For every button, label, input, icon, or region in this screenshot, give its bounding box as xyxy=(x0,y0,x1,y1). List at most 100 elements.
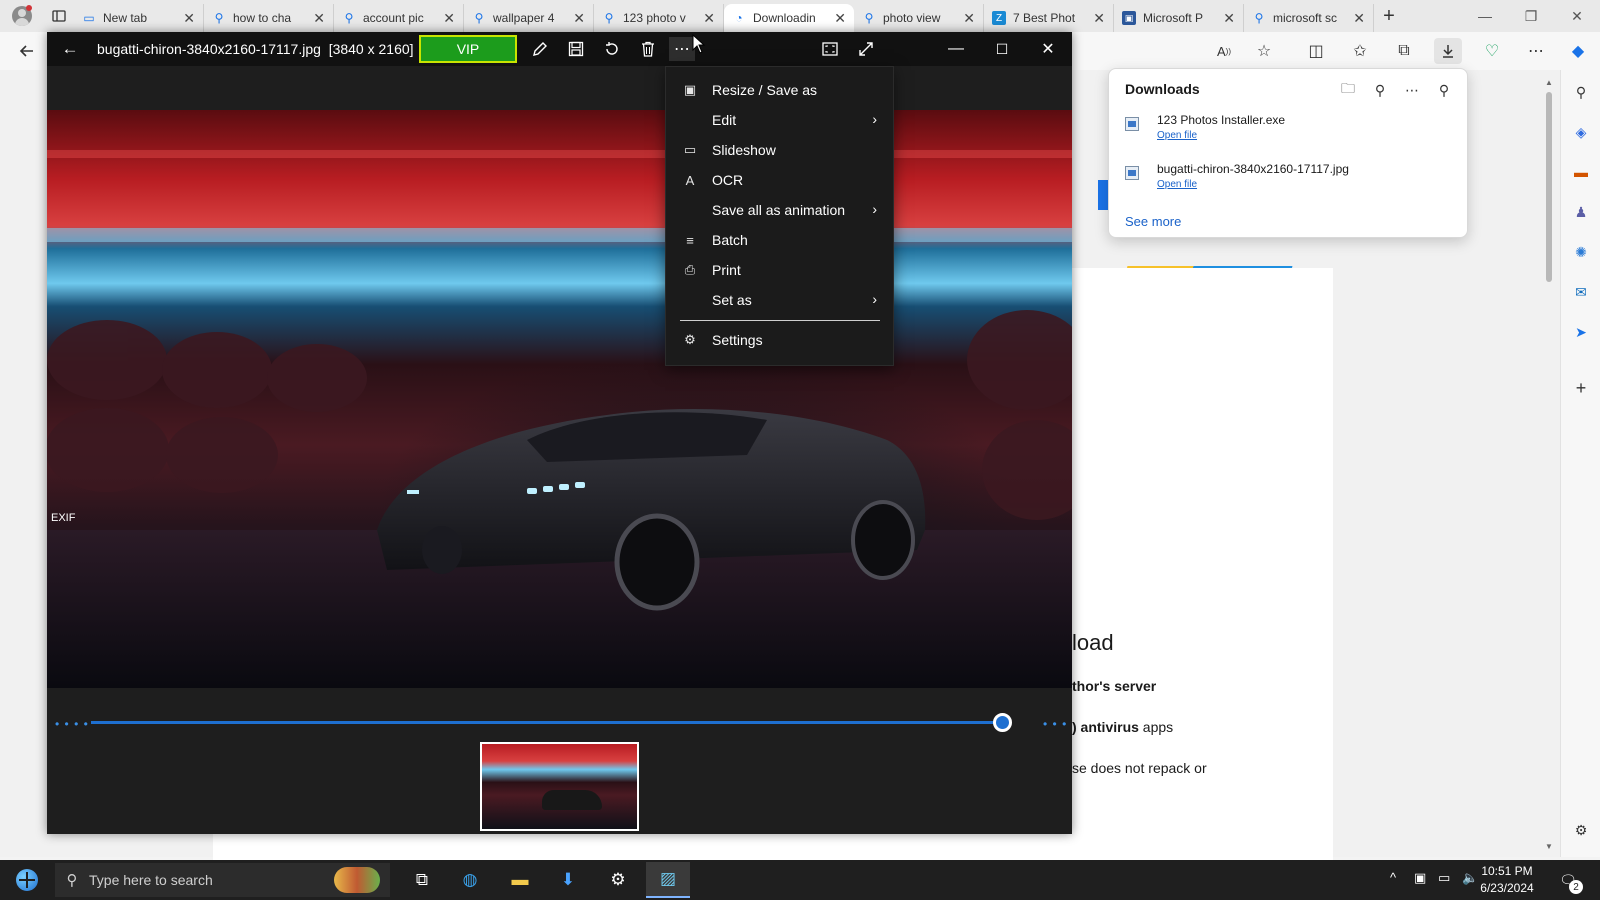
tab-close-icon[interactable]: ✕ xyxy=(963,10,975,27)
exif-label[interactable]: EXIF xyxy=(51,512,75,524)
edit-pencil-icon[interactable] xyxy=(527,37,553,61)
download-item[interactable]: 123 Photos Installer.exe Open file xyxy=(1125,113,1455,153)
menu-item-resize-save-as[interactable]: ▣ Resize / Save as xyxy=(666,75,895,105)
tab-close-icon[interactable]: ✕ xyxy=(1093,10,1105,27)
browser-tab[interactable]: ⚲ how to cha ✕ xyxy=(204,4,334,32)
fullscreen-icon[interactable] xyxy=(853,37,879,61)
menu-item-slideshow[interactable]: ▭ Slideshow xyxy=(666,135,895,165)
notifications-button[interactable]: 🗨 2 xyxy=(1555,868,1583,894)
downloader-app-icon[interactable]: ⬇ xyxy=(546,862,590,898)
tab-actions-button[interactable] xyxy=(44,0,74,32)
browser-tab[interactable]: ▭ New tab ✕ xyxy=(74,4,204,32)
favorites-icon[interactable]: ✩ xyxy=(1346,38,1374,64)
scrollbar-thumb[interactable] xyxy=(1546,92,1552,282)
show-hidden-icons-icon[interactable]: ^ xyxy=(1390,870,1396,885)
browser-tab-active[interactable]: ◔ Downloadin ✕ xyxy=(724,4,854,32)
browser-tab[interactable]: ⚲ wallpaper 4 ✕ xyxy=(464,4,594,32)
menu-item-print[interactable]: ⎙ Print xyxy=(666,255,895,285)
image-slider[interactable]: • • • • • • • xyxy=(47,708,1072,738)
menu-item-settings[interactable]: ⚙ Settings xyxy=(666,325,895,355)
favorite-star-icon[interactable]: ☆ xyxy=(1250,38,1278,64)
sidebar-shopping-icon[interactable]: ◈ xyxy=(1569,120,1593,144)
sidebar-search-icon[interactable]: ⚲ xyxy=(1569,80,1593,104)
scroll-down-icon[interactable]: ▼ xyxy=(1545,842,1553,851)
menu-item-save-all-as-animation[interactable]: Save all as animation › xyxy=(666,195,895,225)
tab-close-icon[interactable]: ✕ xyxy=(834,10,846,27)
menu-item-edit[interactable]: Edit › xyxy=(666,105,895,135)
scroll-up-icon[interactable]: ▲ xyxy=(1545,78,1553,87)
file-explorer-icon[interactable]: ▬ xyxy=(498,862,542,898)
restore-icon[interactable]: ❐ xyxy=(1508,0,1554,32)
main-photo[interactable]: EXIF xyxy=(47,110,1072,688)
tab-close-icon[interactable]: ✕ xyxy=(573,10,585,27)
edge-browser-icon[interactable]: ◍ xyxy=(448,862,492,898)
vip-button[interactable]: VIP xyxy=(419,35,517,63)
browser-tab[interactable]: ⚲ account pic ✕ xyxy=(334,4,464,32)
sidebar-settings-icon[interactable]: ⚙ xyxy=(1569,818,1593,842)
menu-item-batch[interactable]: ≡ Batch xyxy=(666,225,895,255)
browser-tab[interactable]: ⚲ microsoft sc ✕ xyxy=(1244,4,1374,32)
split-screen-icon[interactable]: ◫ xyxy=(1302,38,1330,64)
downloads-icon[interactable] xyxy=(1434,38,1462,64)
tab-close-icon[interactable]: ✕ xyxy=(443,10,455,27)
browser-essentials-icon[interactable]: ♡ xyxy=(1478,38,1506,64)
task-view-icon[interactable]: ⧉ xyxy=(400,862,444,898)
menu-item-set-as[interactable]: Set as › xyxy=(666,285,895,315)
sidebar-telegram-icon[interactable]: ➤ xyxy=(1569,320,1593,344)
more-options-icon[interactable]: ⋯ xyxy=(1522,38,1550,64)
page-scrollbar[interactable]: ▲ ▼ xyxy=(1542,78,1556,853)
tab-close-icon[interactable]: ✕ xyxy=(1223,10,1235,27)
tab-title: 7 Best Phot xyxy=(1013,11,1076,25)
slider-knob[interactable] xyxy=(992,713,1012,732)
tab-close-icon[interactable]: ✕ xyxy=(183,10,195,27)
download-item[interactable]: bugatti-chiron-3840x2160-17117.jpg Open … xyxy=(1125,162,1455,202)
tab-title: account pic xyxy=(363,11,424,25)
taskbar-search-box[interactable]: ⚲ Type here to search xyxy=(55,863,390,897)
new-tab-button[interactable]: + xyxy=(1374,2,1404,30)
menu-item-ocr[interactable]: A OCR xyxy=(666,165,895,195)
sidebar-outlook-icon[interactable]: ✉ xyxy=(1569,280,1593,304)
maximize-icon[interactable]: ☐ xyxy=(989,37,1015,61)
rotate-icon[interactable] xyxy=(599,37,625,61)
browser-tab[interactable]: ⚲ 123 photo v ✕ xyxy=(594,4,724,32)
back-icon[interactable] xyxy=(13,38,41,64)
fit-window-icon[interactable] xyxy=(817,37,843,61)
open-file-link[interactable]: Open file xyxy=(1157,130,1197,141)
tab-close-icon[interactable]: ✕ xyxy=(703,10,715,27)
sidebar-add-icon[interactable]: + xyxy=(1569,376,1593,400)
sidebar-games-icon[interactable]: ♟ xyxy=(1569,200,1593,224)
slider-track[interactable] xyxy=(91,721,1011,724)
browser-tab[interactable]: Z 7 Best Phot ✕ xyxy=(984,4,1114,32)
profile-button[interactable] xyxy=(0,0,44,32)
close-icon[interactable]: ✕ xyxy=(1035,37,1061,61)
more-options-icon[interactable]: ⋯ xyxy=(1399,77,1425,103)
copilot-icon[interactable]: ◆ xyxy=(1564,38,1592,64)
back-icon[interactable]: ← xyxy=(59,39,81,59)
browser-tab[interactable]: ⚲ photo view ✕ xyxy=(854,4,984,32)
collections-icon[interactable]: ⧉ xyxy=(1390,38,1418,64)
meet-now-icon[interactable]: ▣ xyxy=(1414,870,1426,886)
start-button[interactable] xyxy=(8,864,46,896)
network-icon[interactable]: ▭ xyxy=(1438,870,1450,886)
minimize-icon[interactable]: — xyxy=(943,37,969,61)
tab-close-icon[interactable]: ✕ xyxy=(1353,10,1365,27)
browser-tab[interactable]: ▣ Microsoft P ✕ xyxy=(1114,4,1244,32)
read-aloud-icon[interactable]: A)) xyxy=(1210,38,1238,64)
delete-icon[interactable] xyxy=(635,37,661,61)
save-icon[interactable] xyxy=(563,37,589,61)
sidebar-office-icon[interactable]: ✺ xyxy=(1569,240,1593,264)
thumbnail-current[interactable] xyxy=(480,742,639,831)
minimize-icon[interactable]: — xyxy=(1462,0,1508,32)
close-icon[interactable]: ✕ xyxy=(1554,0,1600,32)
see-more-link[interactable]: See more xyxy=(1125,214,1181,229)
open-file-link[interactable]: Open file xyxy=(1157,179,1197,190)
settings-app-icon[interactable]: ⚙ xyxy=(596,862,640,898)
clock[interactable]: 10:51 PM 6/23/2024 xyxy=(1472,863,1542,897)
pin-icon[interactable]: ⚲ xyxy=(1431,77,1457,103)
file-name: bugatti-chiron-3840x2160-17117.jpg xyxy=(97,41,321,57)
tab-close-icon[interactable]: ✕ xyxy=(313,10,325,27)
photo-viewer-app-icon[interactable]: ▨ xyxy=(646,862,690,898)
search-icon[interactable]: ⚲ xyxy=(1367,77,1393,103)
sidebar-tools-icon[interactable]: ▬ xyxy=(1569,160,1593,184)
open-folder-icon[interactable]: 🗀 xyxy=(1335,77,1361,103)
